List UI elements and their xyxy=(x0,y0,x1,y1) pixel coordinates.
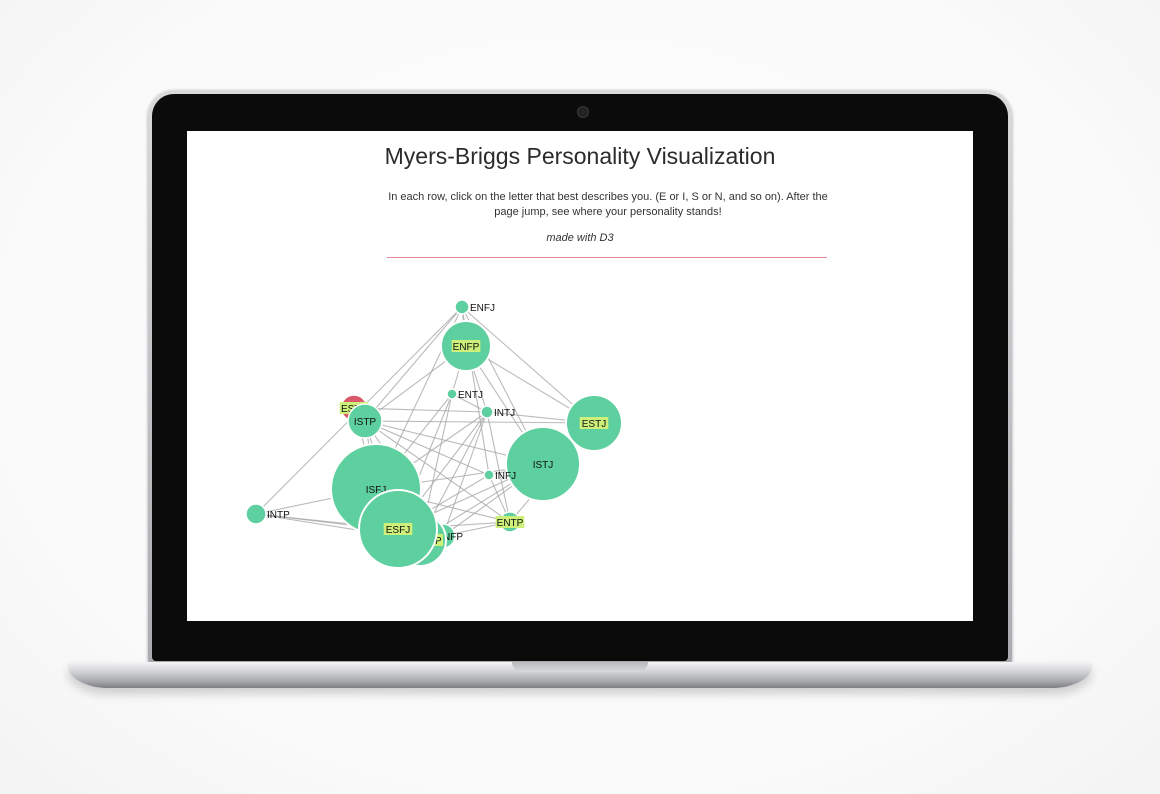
node-label-enfp: ENFP xyxy=(453,342,480,353)
node-label-entp: ENTP xyxy=(497,518,524,529)
node-circle-entj[interactable] xyxy=(446,388,458,400)
browser-screen: Myers-Briggs Personality Visualization I… xyxy=(187,131,973,621)
node-label-intp: INTP xyxy=(267,510,290,521)
node-esfj[interactable]: ESFJ xyxy=(358,489,438,569)
node-istp[interactable]: ISTP xyxy=(347,403,383,439)
node-label-enfj: ENFJ xyxy=(470,303,495,314)
edge-intj-infp xyxy=(442,411,488,537)
node-circle-enfj[interactable] xyxy=(454,299,470,315)
personality-network-graph: ENFJENFPENTJINTJESTPISTPESTJISTJINFJISFJ… xyxy=(245,299,623,569)
node-label-estj: ESTJ xyxy=(582,419,606,430)
node-label-istp: ISTP xyxy=(354,417,377,428)
node-label-istj: ISTJ xyxy=(533,460,554,471)
node-entj[interactable]: ENTJ xyxy=(446,388,483,401)
laptop-notch xyxy=(512,662,648,672)
node-istj[interactable]: ISTJ xyxy=(505,426,581,502)
node-label-infj: INFJ xyxy=(495,471,516,482)
node-label-esfj: ESFJ xyxy=(386,525,410,536)
node-intp[interactable]: INTP xyxy=(245,503,290,525)
node-circle-intj[interactable] xyxy=(480,405,494,419)
node-enfp[interactable]: ENFP xyxy=(440,320,492,372)
node-infj[interactable]: INFJ xyxy=(483,469,516,482)
node-label-intj: INTJ xyxy=(494,408,515,419)
node-enfj[interactable]: ENFJ xyxy=(454,299,495,315)
camera-icon xyxy=(577,106,589,118)
node-intj[interactable]: INTJ xyxy=(480,405,515,419)
node-label-entj: ENTJ xyxy=(458,390,483,401)
node-circle-infj[interactable] xyxy=(483,469,495,481)
node-circle-intp[interactable] xyxy=(245,503,267,525)
